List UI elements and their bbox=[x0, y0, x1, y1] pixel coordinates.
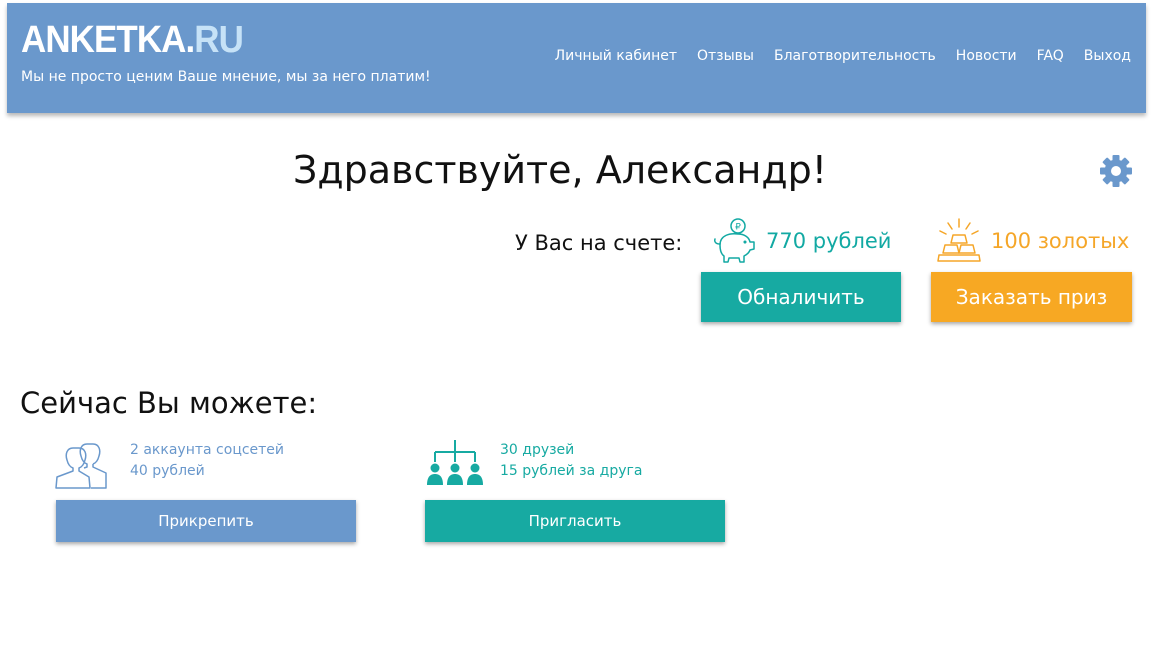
social-accounts-offer: 2 аккаунта соцсетей 40 рублей bbox=[130, 440, 284, 482]
friends-reward: 15 рублей за друга bbox=[500, 463, 643, 479]
social-accounts-reward: 40 рублей bbox=[130, 463, 205, 479]
piggy-bank-icon: ₽ bbox=[714, 218, 755, 263]
nav-news[interactable]: Новости bbox=[956, 48, 1017, 64]
nav-logout[interactable]: Выход bbox=[1084, 48, 1131, 64]
greeting-title: Здравствуйте, Александр! bbox=[293, 148, 827, 192]
logo-main: ANKETKA. bbox=[21, 19, 195, 61]
order-prize-button[interactable]: Заказать приз bbox=[931, 272, 1132, 322]
nav-faq[interactable]: FAQ bbox=[1037, 48, 1064, 64]
nav-reviews[interactable]: Отзывы bbox=[697, 48, 754, 64]
gold-bars-icon bbox=[937, 218, 981, 262]
rubles-balance: ₽ 770 рублей bbox=[710, 217, 891, 265]
gear-icon[interactable] bbox=[1099, 154, 1133, 188]
cash-out-button[interactable]: Обналичить bbox=[701, 272, 901, 322]
logo-tld: RU bbox=[194, 19, 244, 61]
nav-charity[interactable]: Благотворительность bbox=[774, 48, 936, 64]
friends-count: 30 друзей bbox=[500, 442, 575, 458]
ruble-sign: ₽ bbox=[735, 223, 741, 233]
site-tagline: Мы не просто ценим Ваше мнение, мы за не… bbox=[21, 69, 431, 85]
site-logo[interactable]: ANKETKA.RU bbox=[21, 19, 244, 61]
nav-personal-account[interactable]: Личный кабинет bbox=[555, 48, 677, 64]
attach-accounts-button[interactable]: Прикрепить bbox=[56, 500, 356, 542]
gold-amount: 100 золотых bbox=[991, 229, 1130, 253]
social-accounts-count: 2 аккаунта соцсетей bbox=[130, 442, 285, 458]
friends-offer: 30 друзей 15 рублей за друга bbox=[500, 440, 642, 482]
rubles-amount: 770 рублей bbox=[766, 229, 892, 253]
opportunities-title: Сейчас Вы можете: bbox=[20, 386, 318, 420]
users-icon bbox=[55, 443, 107, 489]
site-header: ANKETKA.RU Мы не просто ценим Ваше мнени… bbox=[7, 3, 1146, 113]
invite-friends-button[interactable]: Пригласить bbox=[425, 500, 725, 542]
balance-label: У Вас на счете: bbox=[515, 231, 683, 255]
gold-balance: 100 золотых bbox=[935, 217, 1129, 265]
referral-tree-icon bbox=[427, 440, 483, 485]
main-nav: Личный кабинет Отзывы Благотворительност… bbox=[555, 48, 1131, 64]
